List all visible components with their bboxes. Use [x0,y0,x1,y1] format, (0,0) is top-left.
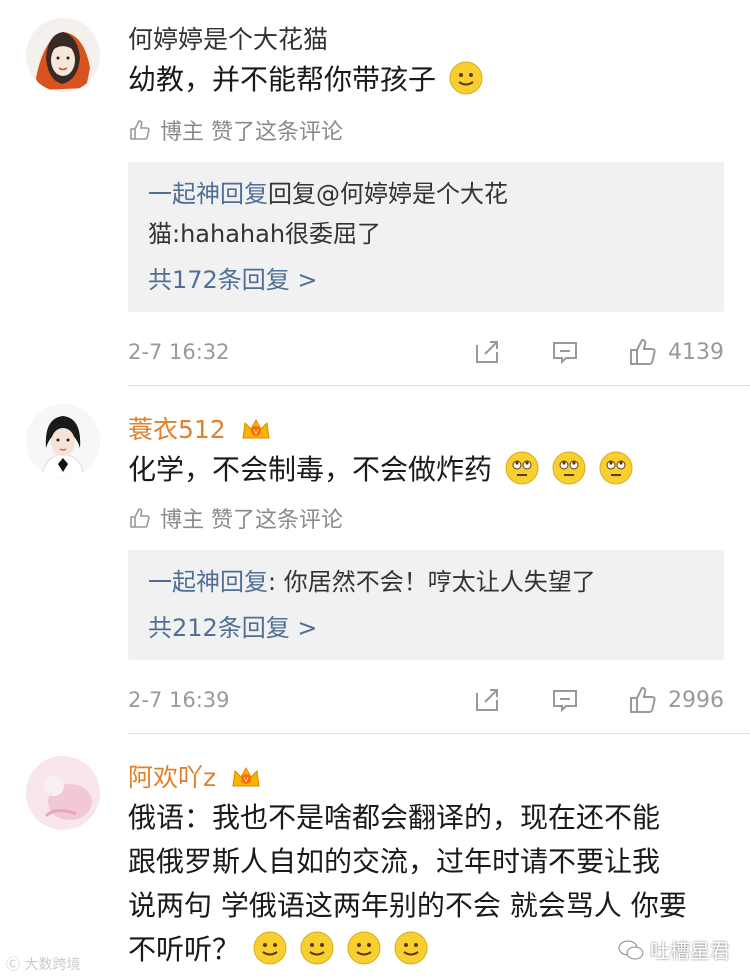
comment-icon [553,342,577,365]
comment-text-line: 俄语：我也不是啥都会翻译的，现在还不能 [128,801,661,834]
share-button[interactable] [472,685,502,715]
reply-text: : 你居然不会！哼太让人失望了 [268,568,596,596]
comment-text: 幼教，并不能帮你带孩子 [128,58,483,102]
watermark-right: 吐槽星君 [618,935,730,964]
share-button[interactable] [472,337,502,367]
view-replies-link[interactable]: 共212条回复 > [148,608,704,648]
divider [128,733,750,734]
eye-roll-emoji-icon [552,451,586,485]
timestamp: 2-7 16:32 [128,340,230,364]
comment-text-line: 说两句 学俄语这两年别的不会 就会骂人 你要 [128,889,687,922]
smile-emoji-icon [300,931,334,965]
author-liked-note: 博主 赞了这条评论 [128,502,343,534]
watermark-right-text: 吐槽星君 [650,939,730,963]
avatar[interactable] [26,756,100,830]
timestamp: 2-7 16:39 [128,688,230,712]
liked-label: 博主 赞了这条评论 [160,120,343,145]
author-liked-note: 博主 赞了这条评论 [128,114,343,146]
comment-meta: 2-7 16:32 4139 [128,334,724,370]
reply-text-cont: 猫:hahahah很委屈了 [148,220,382,248]
comment-text-line: 跟俄罗斯人自如的交流，过年时请不要让我 [128,845,661,878]
share-icon [476,689,498,711]
avatar[interactable] [26,18,100,92]
reply-username[interactable]: 一起神回复 [148,568,268,596]
watermark-left: Ⓒ 大数跨境 [6,954,80,974]
comment-button[interactable] [550,685,580,715]
vip-crown-icon: V [232,766,260,787]
comment-icon [553,690,577,713]
thumbs-up-icon [130,120,150,140]
share-icon [476,341,498,363]
comment-text-line-last: 不听听？ [128,928,687,972]
divider [128,385,750,386]
reply-text: 回复@何婷婷是个大花 [268,180,508,208]
username[interactable]: 阿欢吖z V [128,758,262,794]
like-button[interactable]: 2996 [628,685,724,715]
thumbs-up-icon [630,686,656,713]
eye-roll-emoji-icon [599,451,633,485]
smile-emoji-icon [347,931,381,965]
watermark-logo-icon: Ⓒ [6,957,20,973]
svg-text:V: V [244,776,249,784]
reply-username[interactable]: 一起神回复 [148,180,268,208]
smile-emoji-icon [394,931,428,965]
smile-emoji-icon [253,931,287,965]
svg-text:V: V [253,428,258,436]
smile-emoji-icon [449,61,483,95]
reply-box[interactable]: 一起神回复回复@何婷婷是个大花 猫:hahahah很委屈了 共172条回复 > [128,162,724,312]
view-replies-link[interactable]: 共172条回复 > [148,260,704,300]
comment-button[interactable] [550,337,580,367]
reply-box[interactable]: 一起神回复: 你居然不会！哼太让人失望了 共212条回复 > [128,550,724,660]
username[interactable]: 何婷婷是个大花猫 [128,20,328,56]
thumbs-up-icon [630,338,656,365]
username[interactable]: 蓑衣512 V [128,410,272,446]
wechat-icon [618,940,644,959]
like-count: 4139 [668,339,724,365]
comment-text: 俄语：我也不是啥都会翻译的，现在还不能 跟俄罗斯人自如的交流，过年时请不要让我 … [128,796,687,972]
vip-crown-icon: V [242,418,270,439]
eye-roll-emoji-icon [505,451,539,485]
watermark-left-text: 大数跨境 [24,957,81,973]
like-button[interactable]: 4139 [628,337,724,367]
avatar[interactable] [26,404,100,478]
comment-text-content: 化学，不会制毒，不会做炸药 [128,453,493,486]
like-count: 2996 [668,687,724,713]
comment-text: 化学，不会制毒，不会做炸药 [128,448,633,492]
comment-text-line: 不听听？ [128,933,241,966]
thumbs-up-icon [130,508,150,528]
username-label: 阿欢吖z [128,763,217,792]
comment-meta: 2-7 16:39 2996 [128,682,724,718]
liked-label: 博主 赞了这条评论 [160,508,343,533]
comment-text-content: 幼教，并不能帮你带孩子 [128,63,437,96]
username-label: 蓑衣512 [128,415,226,444]
